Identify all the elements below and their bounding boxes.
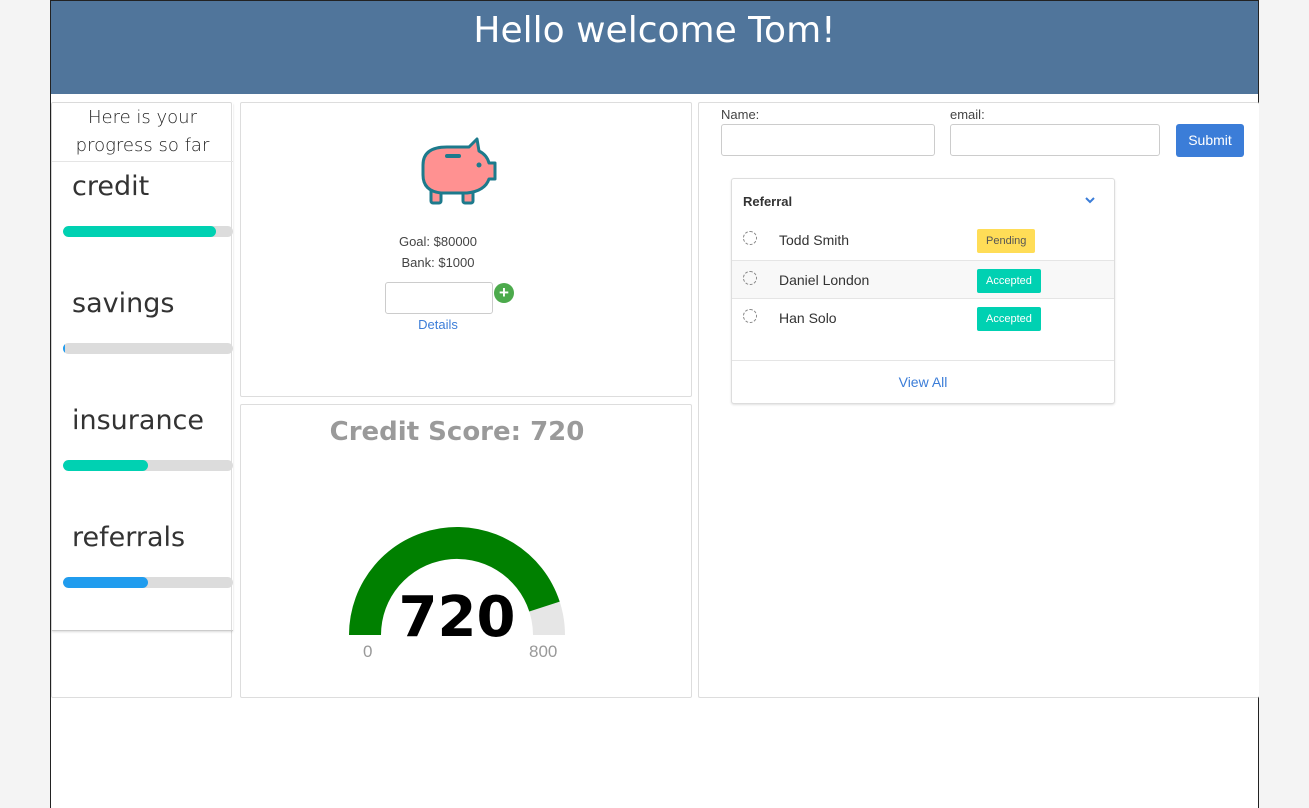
- app-frame: Hello welcome Tom! Here is your progress…: [50, 0, 1259, 808]
- gauge-min-label: 0: [363, 642, 373, 661]
- name-label: Name:: [721, 107, 760, 122]
- radio-icon[interactable]: [743, 231, 757, 245]
- deposit-amount-input[interactable]: [385, 282, 493, 314]
- progress-label: referrals: [72, 522, 186, 553]
- progress-bar: [63, 343, 233, 354]
- progress-item-referrals: referrals: [52, 514, 233, 631]
- progress-item-insurance: insurance: [52, 397, 233, 514]
- progress-item-credit: credit: [52, 163, 233, 280]
- progress-item-savings: savings: [52, 280, 233, 397]
- gauge-max-label: 800: [529, 642, 558, 661]
- piggy-bank-icon: [421, 137, 497, 205]
- status-badge: Pending: [977, 229, 1036, 253]
- progress-fill: [63, 460, 148, 471]
- referral-title: Referral: [743, 194, 793, 209]
- name-input[interactable]: [721, 124, 935, 156]
- chevron-down-icon[interactable]: [1085, 192, 1095, 207]
- progress-label: insurance: [72, 405, 205, 436]
- details-link[interactable]: Details: [241, 317, 635, 332]
- progress-fill: [63, 343, 65, 354]
- referral-row[interactable]: Daniel London Accepted: [732, 260, 1114, 299]
- goal-amount: Goal: $80000: [398, 234, 478, 249]
- header-banner: Hello welcome Tom!: [51, 1, 1258, 94]
- referral-card: Referral Todd Smith Pending Daniel Londo…: [731, 178, 1115, 404]
- referral-panel: Name: email: Submit Referral Todd Smith …: [698, 102, 1259, 698]
- radio-icon[interactable]: [743, 271, 757, 285]
- radio-icon[interactable]: [743, 309, 757, 323]
- progress-heading: Here is your progress so far: [52, 103, 233, 162]
- progress-fill: [63, 577, 148, 588]
- referral-name: Todd Smith: [779, 232, 850, 248]
- page-title: Hello welcome Tom!: [473, 10, 836, 51]
- progress-card: Here is your progress so far credit savi…: [52, 103, 233, 631]
- progress-label: savings: [72, 288, 175, 319]
- progress-bar: [63, 577, 233, 588]
- referral-row[interactable]: Todd Smith Pending: [732, 221, 1114, 260]
- plus-circle-icon[interactable]: +: [494, 283, 514, 303]
- savings-goal-panel: Goal: $80000 Bank: $1000 + Details: [240, 102, 692, 397]
- status-badge: Accepted: [977, 269, 1041, 293]
- email-label: email:: [950, 107, 985, 122]
- referral-row[interactable]: Han Solo Accepted: [732, 299, 1114, 338]
- progress-label: credit: [72, 171, 150, 202]
- progress-panel: Here is your progress so far credit savi…: [51, 102, 233, 698]
- referral-name: Daniel London: [779, 272, 870, 288]
- view-all-link[interactable]: View All: [732, 360, 1114, 404]
- email-input[interactable]: [950, 124, 1160, 156]
- progress-bar: [63, 226, 233, 237]
- progress-fill: [63, 226, 216, 237]
- bank-amount: Bank: $1000: [401, 255, 475, 270]
- status-badge: Accepted: [977, 307, 1041, 331]
- credit-score-panel: Credit Score: 720 720 0 800: [240, 404, 692, 698]
- credit-score-value: 720: [398, 585, 516, 650]
- submit-button[interactable]: Submit: [1176, 124, 1244, 157]
- progress-bar: [63, 460, 233, 471]
- referral-name: Han Solo: [779, 310, 837, 326]
- credit-score-title: Credit Score: 720: [329, 417, 585, 447]
